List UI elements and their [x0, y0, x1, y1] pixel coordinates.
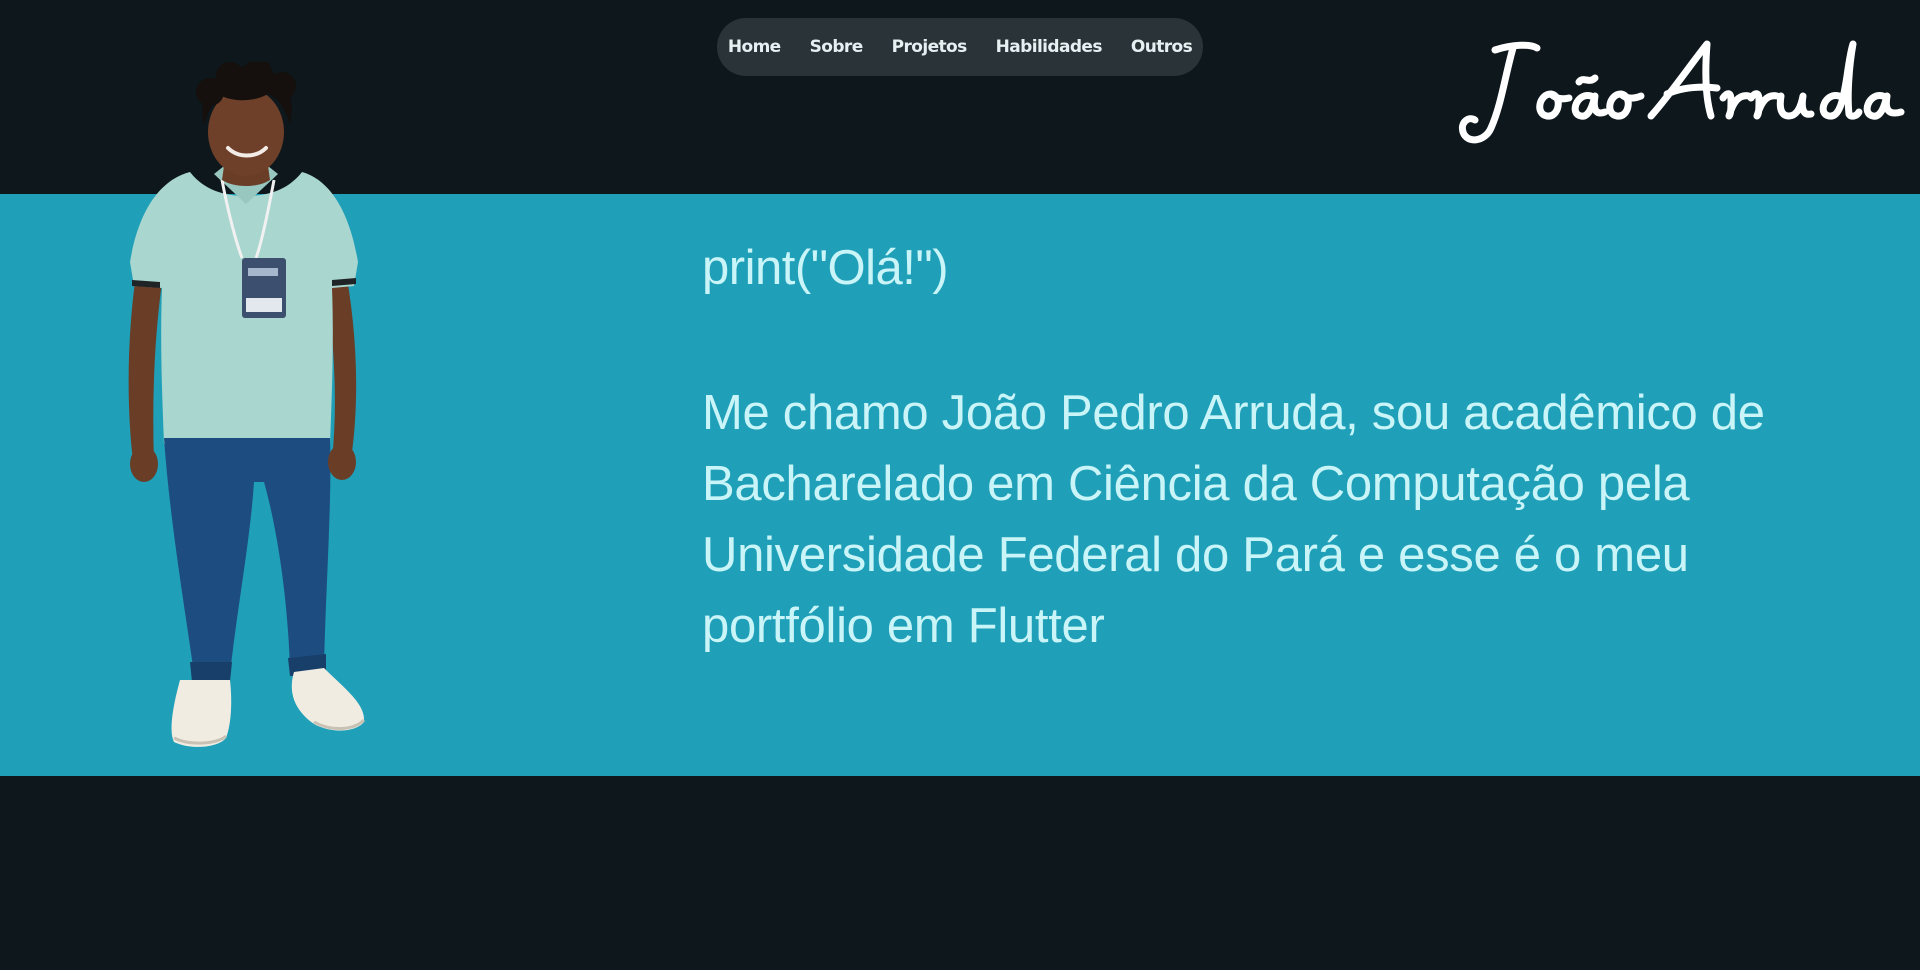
nav-sobre[interactable]: Sobre — [795, 37, 877, 57]
nav-habilidades[interactable]: Habilidades — [981, 37, 1116, 57]
hero-intro: Me chamo João Pedro Arruda, sou acadêmic… — [702, 386, 1765, 653]
hero-greeting: print("Olá!") — [702, 241, 949, 295]
nav-projetos[interactable]: Projetos — [877, 37, 981, 57]
nav-outros[interactable]: Outros — [1116, 37, 1206, 57]
portfolio-page: Home Sobre Projetos Habilidades Outros p… — [0, 0, 1920, 970]
profile-photo — [118, 58, 380, 750]
signature-logo — [1455, 36, 1905, 148]
top-nav: Home Sobre Projetos Habilidades Outros — [717, 18, 1203, 76]
nav-home[interactable]: Home — [713, 37, 795, 57]
